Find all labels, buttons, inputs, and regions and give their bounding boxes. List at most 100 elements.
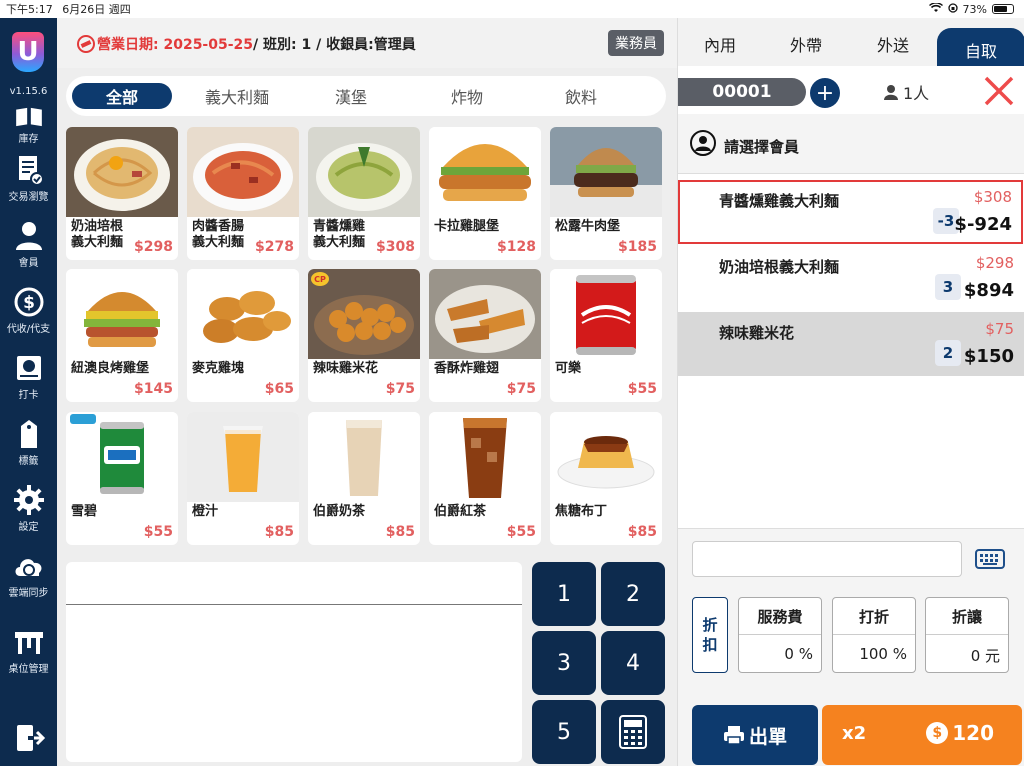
sidebar-item-settings[interactable]: 設定 <box>0 484 57 533</box>
category-tab-drinks[interactable]: 飲料 <box>536 83 626 109</box>
order-type-tabs: 內用 外帶 外送 自取 <box>678 18 1024 66</box>
sidebar-item-member[interactable]: 會員 <box>0 220 57 269</box>
checkout-button[interactable]: x2 $ 120 <box>822 705 1022 765</box>
product-card[interactable]: 青醬燻雞 義大利麵 $308 <box>308 127 420 260</box>
keypad-2[interactable]: 2 <box>601 562 665 626</box>
product-card[interactable]: 橙汁 $85 <box>187 412 299 545</box>
order-line-item[interactable]: 青醬燻雞義大利麵 $308 -3 $-924 <box>678 180 1023 244</box>
product-card[interactable]: 卡拉雞腿堡 $128 <box>429 127 541 260</box>
product-card[interactable]: 肉醬香腸 義大利麵 $278 <box>187 127 299 260</box>
status-right: 73% <box>928 1 1014 16</box>
product-image: CP <box>308 269 420 359</box>
calculator-button[interactable] <box>601 700 665 764</box>
sidebar-item-label: 打卡 <box>18 390 39 401</box>
product-card[interactable]: 松露牛肉堡 $185 <box>550 127 662 260</box>
discount-rate-title: 打折 <box>858 608 889 626</box>
transactions-icon <box>18 156 44 186</box>
product-card[interactable]: 伯爵紅茶 $55 <box>429 412 541 545</box>
allowance-value[interactable]: 0 元 <box>926 634 1008 672</box>
sidebar-item-label: 會員 <box>18 258 39 269</box>
product-name: 可樂 <box>555 361 582 376</box>
product-card[interactable]: 伯爵奶茶 $85 <box>308 412 420 545</box>
product-image <box>308 412 420 502</box>
order-panel: 內用 外帶 外送 自取 00001 + 1人 請選擇會員 青醬燻雞義大利麵 $3… <box>677 18 1024 766</box>
category-tab-fried[interactable]: 炸物 <box>422 83 512 109</box>
order-number[interactable]: 00001 <box>678 78 806 106</box>
product-card[interactable]: 雪碧 $55 <box>66 412 178 545</box>
add-order-button[interactable]: + <box>810 78 840 108</box>
product-name: 伯爵紅茶 <box>434 504 487 519</box>
printer-icon <box>723 726 744 745</box>
tab-delivery[interactable]: 外送 <box>853 32 933 56</box>
status-bar: 下午5:17 6月26日 週四 73% <box>0 0 1024 18</box>
svg-text:$: $ <box>23 293 35 313</box>
allowance-box[interactable]: 折讓 0 元 <box>925 597 1009 673</box>
item-name: 青醬燻雞義大利麵 <box>719 192 840 210</box>
product-card[interactable]: 紐澳良烤雞堡 $145 <box>66 269 178 402</box>
product-name: 雪碧 <box>71 504 98 519</box>
product-price: $55 <box>143 524 173 540</box>
service-fee-value[interactable]: 0 % <box>739 634 821 672</box>
product-name: 橙汁 <box>192 504 219 519</box>
product-card[interactable]: 麥克雞塊 $65 <box>187 269 299 402</box>
cash-icon: $ <box>14 287 43 317</box>
discount-rate-box[interactable]: 打折 100 % <box>832 597 916 673</box>
sidebar-item-cloud-sync[interactable]: 雲端同步 <box>0 550 57 599</box>
print-label: 出單 <box>748 725 787 748</box>
product-image <box>429 127 541 217</box>
product-name: 松露牛肉堡 <box>555 219 621 234</box>
remark-input[interactable] <box>692 541 962 577</box>
product-name: 卡拉雞腿堡 <box>434 219 500 234</box>
tab-dine-in[interactable]: 內用 <box>680 32 760 56</box>
member-select[interactable]: 請選擇會員 <box>678 114 1024 174</box>
keypad-1[interactable]: 1 <box>532 562 596 626</box>
keypad-4[interactable]: 4 <box>601 631 665 695</box>
tab-takeout[interactable]: 外帶 <box>766 32 846 56</box>
sidebar-item-label-print[interactable]: 標籤 <box>0 418 57 467</box>
item-subtotal: $150 <box>963 346 1014 367</box>
item-qty[interactable]: 3 <box>935 274 961 300</box>
sidebar: U v1.15.6 庫存 交易瀏覽 會員 $ 代收/代支 打卡 標籤 設定 雲端… <box>0 18 57 766</box>
battery-icon <box>992 4 1014 14</box>
order-line-item[interactable]: 奶油培根義大利麵 $298 3 $894 <box>678 246 1024 310</box>
product-image <box>187 269 299 359</box>
item-qty[interactable]: 2 <box>935 340 961 366</box>
product-name: 伯爵奶茶 <box>313 504 366 519</box>
product-image <box>429 269 541 359</box>
product-price: $65 <box>264 381 294 397</box>
discount-rate-value[interactable]: 100 % <box>833 634 915 672</box>
product-card[interactable]: 香酥炸雞翅 $75 <box>429 269 541 402</box>
sidebar-item-cash[interactable]: $ 代收/代支 <box>0 286 57 335</box>
product-card[interactable]: 奶油培根 義大利麵 $298 <box>66 127 178 260</box>
logout-button[interactable] <box>0 722 57 756</box>
category-tab-pasta[interactable]: 義大利麵 <box>192 83 282 109</box>
tab-pickup[interactable]: 自取 <box>937 28 1024 66</box>
top-header: 營業日期: 2025-05-25 / 班別: 1 / 收銀員:管理員 業務員 <box>57 18 677 68</box>
staff-button[interactable]: 業務員 <box>608 30 664 56</box>
keypad-5[interactable]: 5 <box>532 700 596 764</box>
product-card[interactable]: CP 辣味雞米花 $75 <box>308 269 420 402</box>
category-tab-all[interactable]: 全部 <box>72 83 172 109</box>
product-image <box>66 412 178 502</box>
product-name: 辣味雞米花 <box>313 361 379 376</box>
print-order-button[interactable]: 出單 <box>692 705 818 765</box>
discount-button[interactable]: 折 扣 <box>692 597 728 673</box>
sidebar-item-tables[interactable]: 桌位管理 <box>0 626 57 675</box>
close-icon[interactable] <box>982 74 1016 108</box>
category-tab-burger[interactable]: 漢堡 <box>306 83 396 109</box>
wifi-icon <box>928 1 943 16</box>
service-fee-title: 服務費 <box>757 608 803 626</box>
sidebar-item-clock-in[interactable]: 打卡 <box>0 352 57 401</box>
dollar-icon: $ <box>926 722 949 744</box>
keyboard-icon[interactable] <box>975 549 1005 569</box>
order-notes-area[interactable] <box>66 562 522 762</box>
sidebar-item-inventory[interactable]: 庫存 <box>0 106 57 145</box>
product-card[interactable]: 可樂 $55 <box>550 269 662 402</box>
keypad-3[interactable]: 3 <box>532 631 596 695</box>
product-card[interactable]: 焦糖布丁 $85 <box>550 412 662 545</box>
order-line-item[interactable]: 辣味雞米花 $75 2 $150 <box>678 312 1024 376</box>
people-count[interactable]: 1人 <box>883 80 929 104</box>
product-price: $55 <box>506 524 536 540</box>
service-fee-box[interactable]: 服務費 0 % <box>738 597 822 673</box>
sidebar-item-transactions[interactable]: 交易瀏覽 <box>0 154 57 203</box>
